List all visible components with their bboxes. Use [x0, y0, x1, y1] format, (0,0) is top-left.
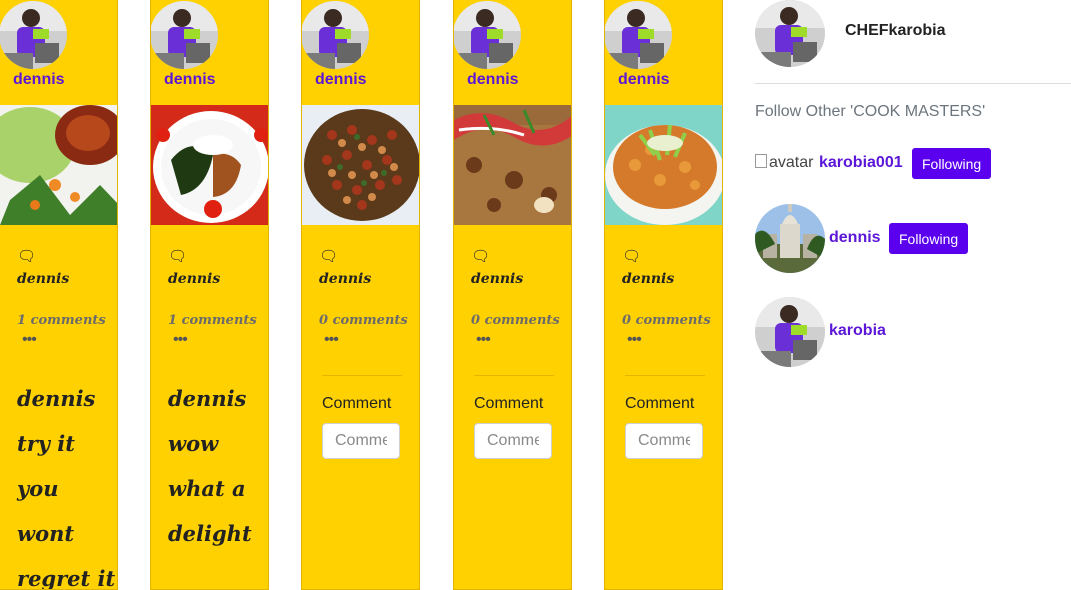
- comment-label: Comment: [322, 395, 392, 412]
- post-card: dennis 🗨 dennis 0 comments ••• Comment: [453, 0, 572, 590]
- comment-input[interactable]: [474, 423, 552, 459]
- comment-count[interactable]: 0 comments: [471, 313, 560, 328]
- following-button[interactable]: Following: [912, 148, 992, 179]
- author-avatar[interactable]: [151, 1, 218, 69]
- more-icon[interactable]: •••: [324, 331, 339, 349]
- following-button[interactable]: Following: [889, 223, 969, 254]
- author-avatar[interactable]: [302, 1, 369, 69]
- comment-icon[interactable]: 🗨: [622, 247, 641, 265]
- post-caption: dennis try it you wont regret it: [17, 376, 117, 590]
- comment-input[interactable]: [625, 423, 703, 459]
- author-name[interactable]: dennis: [164, 71, 216, 89]
- post-image[interactable]: [605, 105, 722, 225]
- caption-line: dennis: [17, 386, 96, 411]
- follow-user-avatar[interactable]: [755, 297, 825, 367]
- comment-icon[interactable]: 🗨: [17, 247, 36, 265]
- follow-user-name[interactable]: karobia001: [819, 154, 903, 172]
- divider: [322, 375, 402, 376]
- more-icon[interactable]: •••: [173, 331, 188, 349]
- comment-label: Comment: [474, 395, 544, 412]
- follow-heading: Follow Other 'COOK MASTERS': [755, 103, 986, 120]
- caption-line: what a: [168, 476, 246, 501]
- caption-line: delight: [168, 521, 252, 546]
- author-name[interactable]: dennis: [13, 71, 65, 89]
- comment-input[interactable]: [322, 423, 400, 459]
- follow-user-avatar[interactable]: [755, 204, 825, 273]
- more-icon[interactable]: •••: [22, 331, 37, 349]
- divider: [755, 83, 1071, 84]
- follow-user-name[interactable]: karobia: [829, 322, 886, 340]
- caption-line: regret it: [17, 566, 116, 590]
- broken-avatar-image: avatar: [755, 154, 813, 172]
- comment-label: Comment: [625, 395, 695, 412]
- caption-line: wow: [168, 431, 219, 456]
- comment-author: dennis: [319, 271, 372, 287]
- current-user-name[interactable]: CHEFkarobia: [845, 22, 945, 40]
- divider: [474, 375, 554, 376]
- more-icon[interactable]: •••: [627, 331, 642, 349]
- comment-icon[interactable]: 🗨: [319, 247, 338, 265]
- comment-author: dennis: [471, 271, 524, 287]
- post-card: dennis 🗨 dennis 1 comments ••• dennis wo…: [150, 0, 269, 590]
- post-card: dennis 🗨 dennis 0 comments ••• Comment: [301, 0, 420, 590]
- follow-user-name[interactable]: dennis: [829, 229, 881, 247]
- comment-count[interactable]: 1 comments: [168, 313, 257, 328]
- caption-line: dennis: [168, 386, 247, 411]
- comment-count[interactable]: 0 comments: [319, 313, 408, 328]
- post-image[interactable]: [151, 105, 268, 225]
- author-name[interactable]: dennis: [618, 71, 670, 89]
- current-user-avatar[interactable]: [755, 0, 825, 67]
- caption-line: try it: [17, 431, 75, 456]
- caption-line: you wont: [17, 476, 75, 546]
- author-avatar[interactable]: [454, 1, 521, 69]
- more-icon[interactable]: •••: [476, 331, 491, 349]
- author-avatar[interactable]: [0, 1, 67, 69]
- comment-count[interactable]: 1 comments: [17, 313, 106, 328]
- comment-icon[interactable]: 🗨: [471, 247, 490, 265]
- author-name[interactable]: dennis: [467, 71, 519, 89]
- comment-author: dennis: [17, 271, 70, 287]
- author-avatar[interactable]: [605, 1, 672, 69]
- author-name[interactable]: dennis: [315, 71, 367, 89]
- comment-count[interactable]: 0 comments: [622, 313, 711, 328]
- avatar-alt-text: avatar: [769, 154, 814, 171]
- post-caption: dennis wow what a delight: [168, 376, 268, 556]
- post-card: dennis 🗨 dennis 0 comments ••• Comment: [604, 0, 723, 590]
- post-card: dennis 🗨 dennis 1 comments ••• dennis tr…: [0, 0, 118, 590]
- comment-icon[interactable]: 🗨: [168, 247, 187, 265]
- comment-author: dennis: [168, 271, 221, 287]
- divider: [625, 375, 705, 376]
- broken-image-icon: [755, 154, 767, 168]
- comment-author: dennis: [622, 271, 675, 287]
- post-image[interactable]: [454, 105, 571, 225]
- post-image[interactable]: [302, 105, 419, 225]
- post-image[interactable]: [0, 105, 117, 225]
